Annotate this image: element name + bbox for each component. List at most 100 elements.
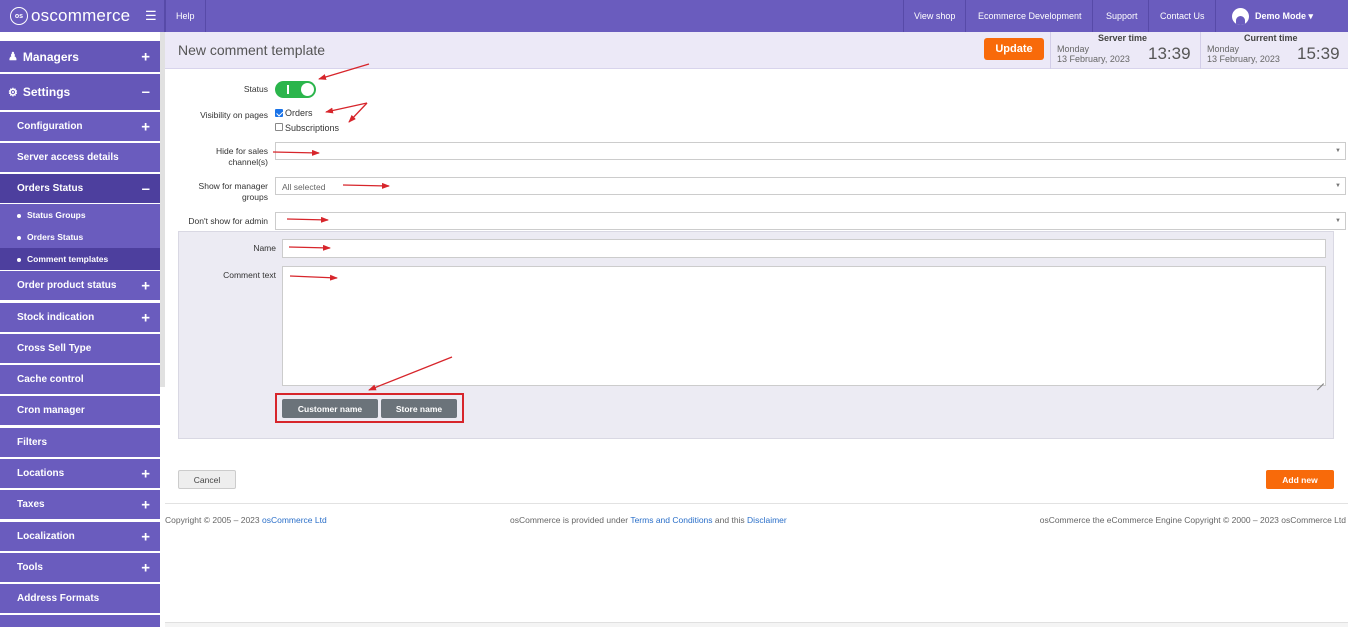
plus-icon: + bbox=[141, 559, 150, 576]
store-name-button[interactable]: Store name bbox=[381, 399, 457, 418]
sidebar-item-label: Stock indication bbox=[17, 312, 95, 323]
disclaimer-link[interactable]: Disclaimer bbox=[747, 515, 787, 525]
sidebar-item-cache-control[interactable]: Cache control bbox=[0, 365, 160, 394]
demo-mode-label: Demo Mode ▾ bbox=[1255, 10, 1314, 21]
toggle-on-indicator bbox=[287, 85, 289, 94]
sidebar-item-order-product-status[interactable]: Order product status + bbox=[0, 271, 160, 300]
sidebar-subitem-label: Status Groups bbox=[27, 210, 86, 220]
show-manager-groups-select[interactable]: All selected ▼ bbox=[275, 177, 1346, 195]
sidebar-subitem-status-groups[interactable]: Status Groups bbox=[0, 204, 160, 226]
logo[interactable]: os oscommerce bbox=[0, 0, 165, 32]
server-time-box: Server time Monday 13 February, 2023 13:… bbox=[1050, 32, 1200, 69]
help-link[interactable]: Help bbox=[165, 0, 206, 32]
visibility-label: Visibility on pages bbox=[200, 110, 268, 120]
sidebar-item-configuration[interactable]: Configuration + bbox=[0, 112, 160, 141]
add-new-button[interactable]: Add new bbox=[1266, 470, 1334, 489]
customer-name-button[interactable]: Customer name bbox=[282, 399, 378, 418]
top-bar: os oscommerce ☰ Help View shop Ecommerce… bbox=[0, 0, 1348, 32]
select-value: All selected bbox=[282, 182, 326, 192]
demo-mode-menu[interactable]: Demo Mode ▾ bbox=[1222, 0, 1323, 32]
user-icon: ♟ bbox=[8, 51, 18, 63]
sidebar-subitem-label: Comment templates bbox=[27, 254, 109, 264]
comment-text-textarea[interactable] bbox=[282, 266, 1326, 386]
ecommerce-development-link[interactable]: Ecommerce Development bbox=[968, 0, 1093, 32]
footer-and-this-text: and this bbox=[712, 515, 748, 525]
plus-icon: + bbox=[141, 277, 150, 294]
name-input[interactable] bbox=[282, 239, 1326, 258]
horizontal-scrollbar[interactable] bbox=[165, 622, 1348, 627]
current-time-day: Monday bbox=[1207, 44, 1240, 54]
user-icon bbox=[1232, 7, 1249, 25]
sidebar-scrollbar[interactable] bbox=[160, 32, 165, 387]
sidebar-item-label: Orders Status bbox=[17, 183, 84, 194]
sidebar-item-label: Locations bbox=[17, 468, 65, 479]
sidebar-item-server-access-details[interactable]: Server access details bbox=[0, 143, 160, 172]
update-button[interactable]: Update bbox=[984, 38, 1044, 60]
plus-icon: + bbox=[141, 48, 150, 65]
status-toggle[interactable] bbox=[275, 81, 316, 98]
sidebar-item-managers[interactable]: ♟ Managers + bbox=[0, 41, 160, 72]
bullet-icon bbox=[17, 258, 21, 262]
sidebar-item-cron-manager[interactable]: Cron manager bbox=[0, 396, 160, 425]
chevron-down-icon: ▼ bbox=[1335, 218, 1341, 224]
sidebar-item-tools[interactable]: Tools + bbox=[0, 553, 160, 582]
footer-copyright: Copyright © 2005 – 2023 osCommerce Ltd bbox=[165, 515, 327, 525]
sidebar-item-orders-status[interactable]: Orders Status – bbox=[0, 174, 160, 203]
plus-icon: + bbox=[141, 118, 150, 135]
contact-us-link[interactable]: Contact Us bbox=[1150, 0, 1216, 32]
subscriptions-checkbox[interactable] bbox=[275, 123, 283, 131]
annotation-arrow bbox=[348, 102, 368, 123]
sidebar-item-label: Cron manager bbox=[17, 405, 85, 416]
hide-sales-channels-label: Hide for sales channel(s) bbox=[216, 146, 268, 167]
subscriptions-checkbox-label[interactable]: Subscriptions bbox=[285, 123, 339, 133]
sidebar-item-locations[interactable]: Locations + bbox=[0, 459, 160, 488]
sidebar-item-label: Managers bbox=[22, 49, 79, 64]
cogs-icon: ⚙ bbox=[8, 86, 18, 99]
oscommerce-logo-icon: os bbox=[10, 7, 28, 25]
sidebar-item-taxes[interactable]: Taxes + bbox=[0, 490, 160, 519]
footer-terms: osCommerce is provided under Terms and C… bbox=[510, 515, 787, 525]
sidebar-item-stock-indication[interactable]: Stock indication + bbox=[0, 303, 160, 332]
sidebar-subitem-orders-status[interactable]: Orders Status bbox=[0, 226, 160, 248]
server-time-label: Server time bbox=[1098, 33, 1148, 43]
bullet-icon bbox=[17, 236, 21, 240]
sidebar-item-label: Address Formats bbox=[17, 593, 100, 604]
orders-checkbox-label[interactable]: Orders bbox=[285, 108, 313, 118]
footer-divider bbox=[165, 503, 1348, 504]
sidebar-item-label: Taxes bbox=[17, 499, 45, 510]
sidebar-subitem-label: Orders Status bbox=[27, 232, 84, 242]
support-link[interactable]: Support bbox=[1096, 0, 1149, 32]
show-manager-groups-label: Show for manager groups bbox=[198, 181, 268, 202]
plus-icon: + bbox=[141, 309, 150, 326]
sidebar-item-localization[interactable]: Localization + bbox=[0, 522, 160, 551]
sidebar-item-label: Settings bbox=[22, 85, 71, 99]
terms-and-conditions-link[interactable]: Terms and Conditions bbox=[630, 515, 712, 525]
orders-checkbox[interactable] bbox=[275, 109, 283, 117]
current-time-box: Current time Monday 13 February, 2023 15… bbox=[1200, 32, 1348, 69]
bullet-icon bbox=[17, 214, 21, 218]
view-shop-link[interactable]: View shop bbox=[903, 0, 967, 32]
sidebar-subitem-comment-templates[interactable]: Comment templates bbox=[0, 248, 160, 270]
cancel-button[interactable]: Cancel bbox=[178, 470, 236, 489]
page-title: New comment template bbox=[178, 42, 326, 58]
server-time-day: Monday bbox=[1057, 44, 1090, 54]
server-time-value: 13:39 bbox=[1148, 44, 1191, 63]
footer-provided-text: osCommerce is provided under bbox=[510, 515, 631, 525]
current-time-label: Current time bbox=[1244, 33, 1298, 43]
sidebar-item-label: Cross Sell Type bbox=[17, 343, 92, 354]
sidebar-item-label: Tools bbox=[17, 562, 43, 573]
sidebar-item-cross-sell-type[interactable]: Cross Sell Type bbox=[0, 334, 160, 363]
hide-sales-channels-select[interactable]: ▼ bbox=[275, 142, 1346, 160]
page-header: New comment template Update Server time … bbox=[165, 32, 1348, 69]
sidebar-item-address-formats[interactable]: Address Formats bbox=[0, 584, 160, 613]
chevron-down-icon: ▼ bbox=[1335, 148, 1341, 154]
dont-show-admin-select[interactable]: ▼ bbox=[275, 212, 1346, 230]
sidebar-item-settings[interactable]: ⚙ Settings – bbox=[0, 74, 160, 110]
resize-handle-icon[interactable] bbox=[1317, 377, 1324, 384]
name-label: Name bbox=[253, 243, 276, 253]
comment-text-label: Comment text bbox=[223, 270, 276, 280]
hamburger-icon[interactable]: ☰ bbox=[145, 9, 157, 22]
plus-icon: + bbox=[141, 528, 150, 545]
sidebar-item-filters[interactable]: Filters bbox=[0, 428, 160, 457]
oscommerce-ltd-link[interactable]: osCommerce Ltd bbox=[262, 515, 327, 525]
